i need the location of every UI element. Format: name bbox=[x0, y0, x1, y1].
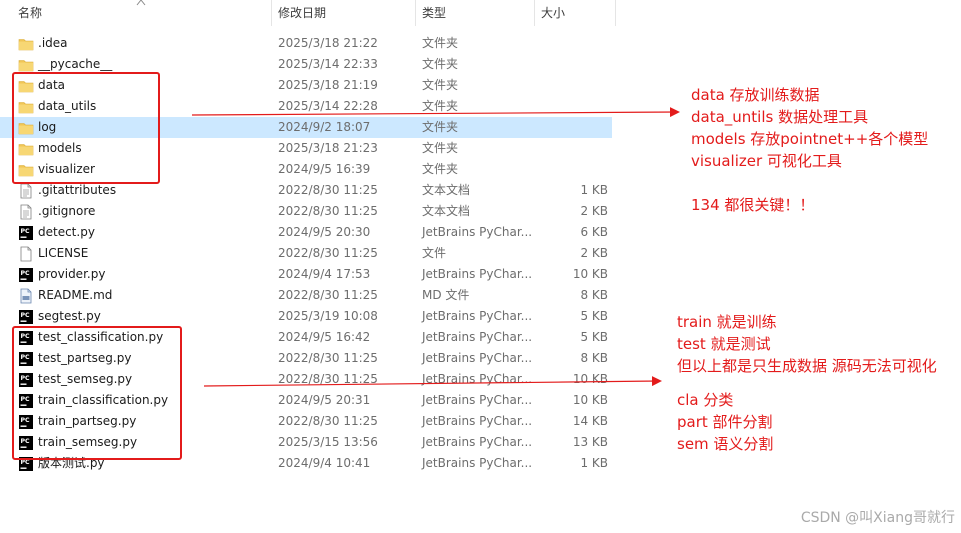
note-line: 但以上都是只生成数据 源码无法可视化 bbox=[677, 357, 937, 375]
arrow-to-top-notes bbox=[191, 107, 680, 118]
annotation-notes-top: data 存放训练数据 data_untils 数据处理工具 models 存放… bbox=[691, 84, 928, 216]
note-line: cla 分类 bbox=[677, 391, 734, 409]
watermark: CSDN @叫Xiang哥就行 bbox=[800, 510, 955, 526]
note-line: sem 语义分割 bbox=[677, 435, 774, 453]
annotation-notes-bottom: train 就是训练 test 就是测试 但以上都是只生成数据 源码无法可视化 … bbox=[677, 311, 937, 455]
note-line: train 就是训练 bbox=[677, 313, 777, 331]
arrow-to-bottom-notes bbox=[203, 376, 662, 387]
note-line bbox=[691, 172, 928, 194]
note-line: part 部件分割 bbox=[677, 413, 773, 431]
note-line: data 存放训练数据 bbox=[691, 86, 820, 104]
note-line: 134 都很关键！！ bbox=[691, 196, 815, 214]
note-line: models 存放pointnet++各个模型 bbox=[691, 130, 929, 148]
note-line: data_untils 数据处理工具 bbox=[691, 108, 869, 126]
note-line bbox=[677, 377, 937, 389]
note-line: test 就是测试 bbox=[677, 335, 771, 353]
note-line: visualizer 可视化工具 bbox=[691, 152, 842, 170]
